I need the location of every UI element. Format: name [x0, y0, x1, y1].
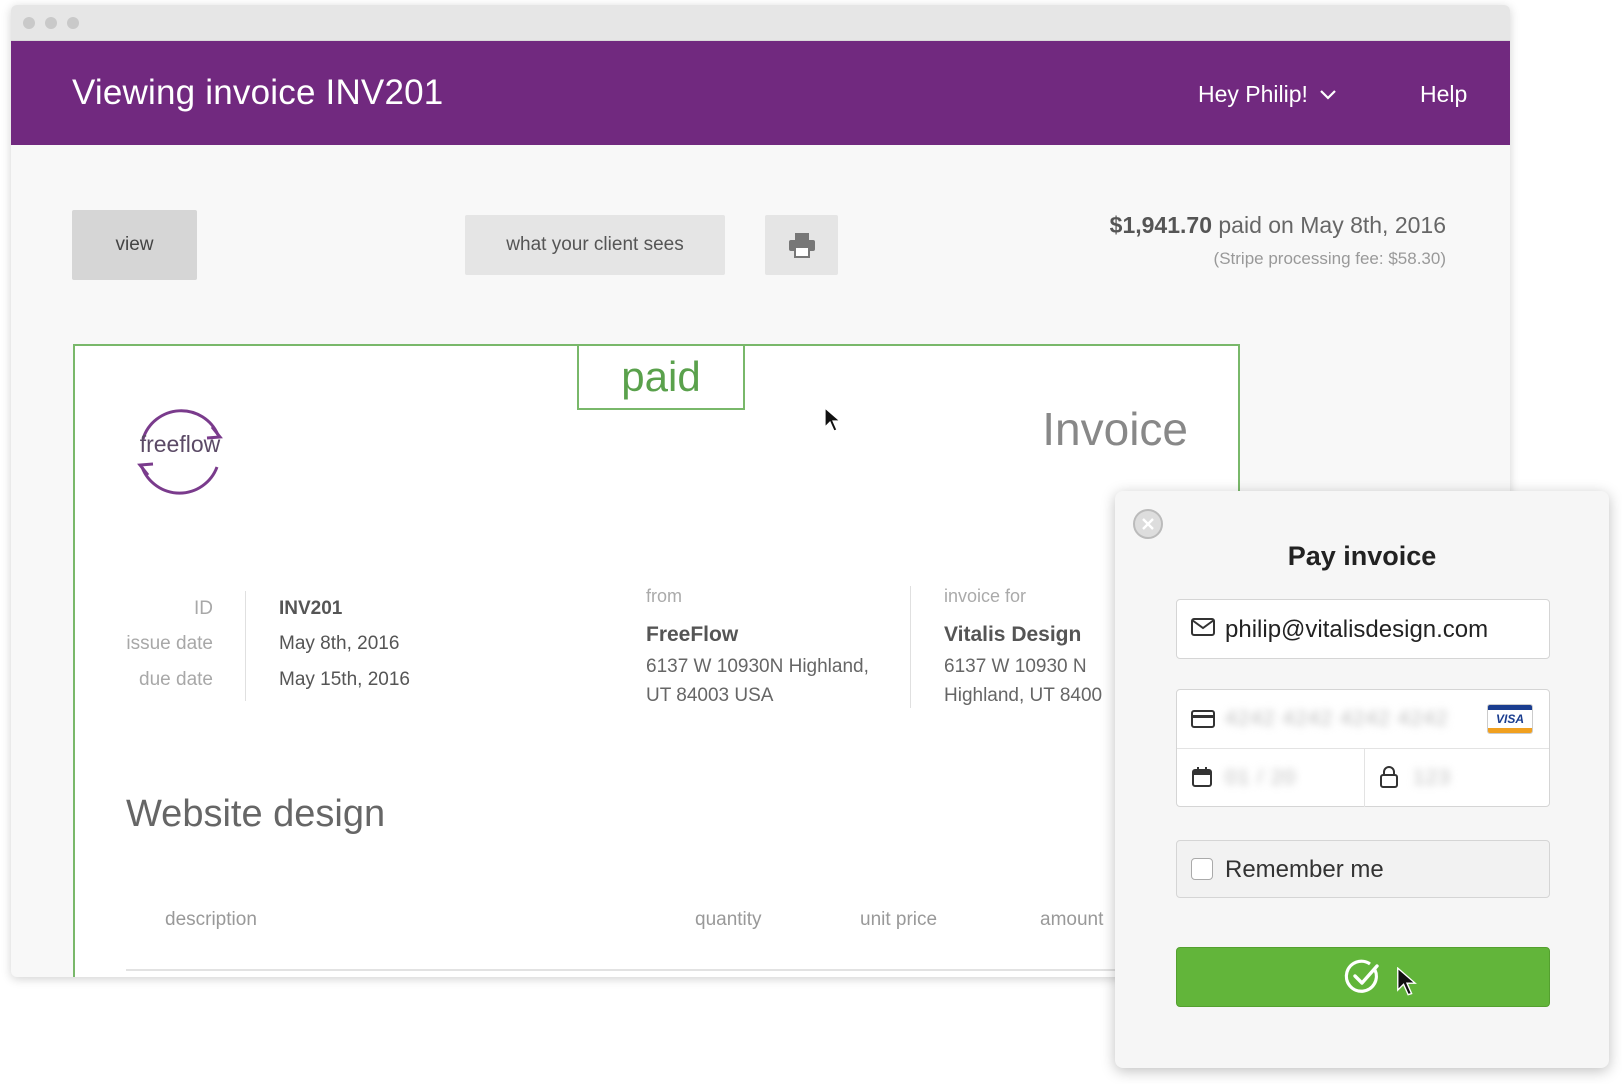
modal-title: Pay invoice [1287, 541, 1437, 571]
close-icon [1142, 518, 1154, 530]
card-brand: VISA [1495, 712, 1524, 726]
credit-card-icon [1191, 710, 1215, 728]
party-divider [910, 586, 911, 708]
visa-card-icon: VISA [1487, 704, 1533, 734]
from-address-line1: 6137 W 10930N Highland, [646, 656, 869, 677]
envelope-icon [1191, 618, 1215, 636]
view-button[interactable]: view [72, 210, 197, 280]
pay-button[interactable] [1176, 947, 1550, 1007]
client-view-button[interactable]: what your client sees [465, 215, 725, 275]
id-label: ID [194, 598, 213, 619]
paid-amount: $1,941.70 [1109, 212, 1212, 238]
remember-me-label: Remember me [1225, 856, 1384, 883]
card-number-value: 4242 4242 4242 4242 [1225, 707, 1449, 730]
check-circle-icon [1344, 959, 1379, 993]
window-zoom-dot[interactable] [67, 17, 79, 29]
processing-fee: (Stripe processing fee: $58.30) [1213, 249, 1446, 268]
card-details-group: 4242 4242 4242 4242 VISA 01 / 20 123 [1176, 689, 1550, 807]
expiry-value: 01 / 20 [1225, 766, 1297, 789]
user-menu[interactable]: Hey Philip! [1198, 81, 1336, 108]
freeflow-logo: freeflow [130, 401, 230, 501]
issue-date: May 8th, 2016 [279, 633, 400, 654]
client-name: Vitalis Design [944, 623, 1082, 646]
due-date: May 15th, 2016 [279, 669, 410, 690]
table-header-rule [126, 969, 1126, 971]
column-description: description [165, 909, 257, 930]
invoice-for-label: invoice for [944, 586, 1027, 606]
client-address-line2: Highland, UT 8400 [944, 685, 1103, 706]
mouse-cursor-icon [1397, 967, 1417, 996]
cvc-value: 123 [1413, 766, 1452, 789]
app-header: Viewing invoice INV201 Hey Philip! Help [11, 41, 1510, 145]
paid-date: paid on May 8th, 2016 [1218, 212, 1446, 238]
invoice-document: paid freeflow Invoice ID issue date due … [73, 344, 1240, 977]
column-unit-price: unit price [860, 909, 938, 930]
column-amount: amount [1040, 909, 1104, 930]
user-menu-label: Hey Philip! [1198, 81, 1308, 107]
payment-summary: $1,941.70 paid on May 8th, 2016 (Stripe … [1110, 212, 1446, 269]
logo-text: freeflow [139, 431, 221, 457]
window-minimize-dot[interactable] [45, 17, 57, 29]
print-button[interactable] [765, 215, 838, 275]
expiry-field[interactable]: 01 / 20 [1177, 749, 1364, 807]
help-link[interactable]: Help [1420, 81, 1467, 108]
page-title: Viewing invoice INV201 [72, 73, 444, 112]
close-button[interactable] [1133, 509, 1163, 539]
remember-me-row[interactable]: Remember me [1176, 840, 1550, 898]
card-number-field[interactable]: 4242 4242 4242 4242 VISA [1177, 690, 1549, 748]
issue-date-label: issue date [126, 633, 213, 654]
from-label: from [646, 586, 682, 606]
calendar-icon [1192, 767, 1212, 787]
column-quantity: quantity [695, 909, 762, 930]
meta-divider [245, 591, 246, 701]
status-badge: paid [577, 344, 745, 410]
client-address-line1: 6137 W 10930 N [944, 656, 1087, 677]
pay-invoice-modal: Pay invoice philip@vitalisdesign.com 424… [1115, 491, 1609, 1068]
mouse-cursor-icon [824, 407, 842, 432]
email-field[interactable]: philip@vitalisdesign.com [1176, 599, 1550, 659]
from-name: FreeFlow [646, 623, 739, 646]
from-address-line2: UT 84003 USA [646, 685, 774, 706]
lock-icon [1380, 766, 1398, 788]
printer-icon [788, 233, 815, 258]
window-close-dot[interactable] [23, 17, 35, 29]
invoice-id: INV201 [279, 598, 343, 619]
remember-me-checkbox[interactable] [1191, 858, 1213, 880]
window-titlebar [11, 5, 1510, 41]
invoice-heading: Invoice [1042, 403, 1188, 455]
chevron-down-icon [1320, 89, 1336, 100]
due-date-label: due date [139, 669, 213, 690]
cvc-field[interactable]: 123 [1365, 749, 1551, 807]
project-title: Website design [126, 793, 386, 835]
email-value: philip@vitalisdesign.com [1225, 616, 1489, 643]
